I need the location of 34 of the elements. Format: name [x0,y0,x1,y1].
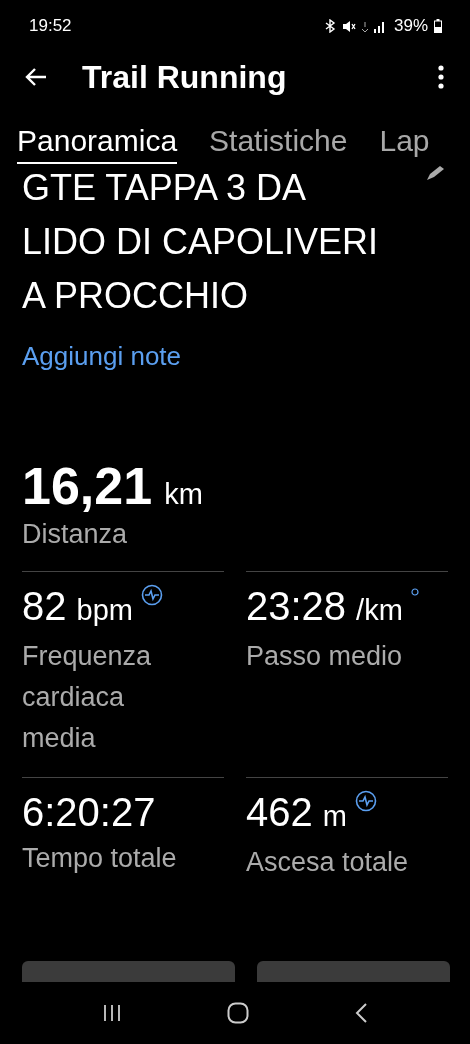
metric-value: 82 [22,582,67,630]
tab[interactable]: Panoramica [17,123,178,164]
battery-level: 39% [393,15,428,38]
back-icon[interactable] [24,67,48,87]
activity-name: GTE TAPPA 3 DA LIDO DI CAPOLIVERI A PROCCHIO [22,166,380,318]
info-dot-icon[interactable] [410,587,419,596]
back-nav-icon[interactable] [353,1002,368,1024]
bluetooth-icon [324,19,336,33]
metric-unit: bpm [76,592,133,628]
heart-rate-icon[interactable] [140,583,163,606]
metric-unit: m [322,798,347,834]
recent-apps-icon[interactable] [102,1004,123,1022]
distance-unit: km [164,477,203,512]
status-time: 19:52 [29,15,72,38]
mute-icon [341,19,356,33]
heart-rate-icon[interactable] [354,789,377,812]
metric-value: 23:28 [246,582,347,630]
distance-value: 16,21 [22,456,153,516]
metric-value: 462 [246,788,313,836]
metric-label: Ascesa totale [246,845,410,879]
home-icon[interactable] [227,1002,249,1024]
screen-title: Trail Running [82,58,288,97]
more-icon[interactable] [438,65,444,89]
battery-icon [434,19,442,33]
add-notes-link[interactable]: Aggiungi note [22,337,470,376]
distance-label: Distanza [22,517,129,551]
tab[interactable]: Statistiche [209,123,348,164]
metric-label: Tempo totale [22,841,178,875]
metric-unit: /km [356,592,403,628]
metric-label: Passo medio [246,639,404,673]
metric-value: 6:20:27 [22,788,156,836]
edit-icon[interactable] [425,165,445,181]
metric-label: Frequenza cardiaca media [22,639,153,755]
tab[interactable]: Lap [379,123,430,164]
